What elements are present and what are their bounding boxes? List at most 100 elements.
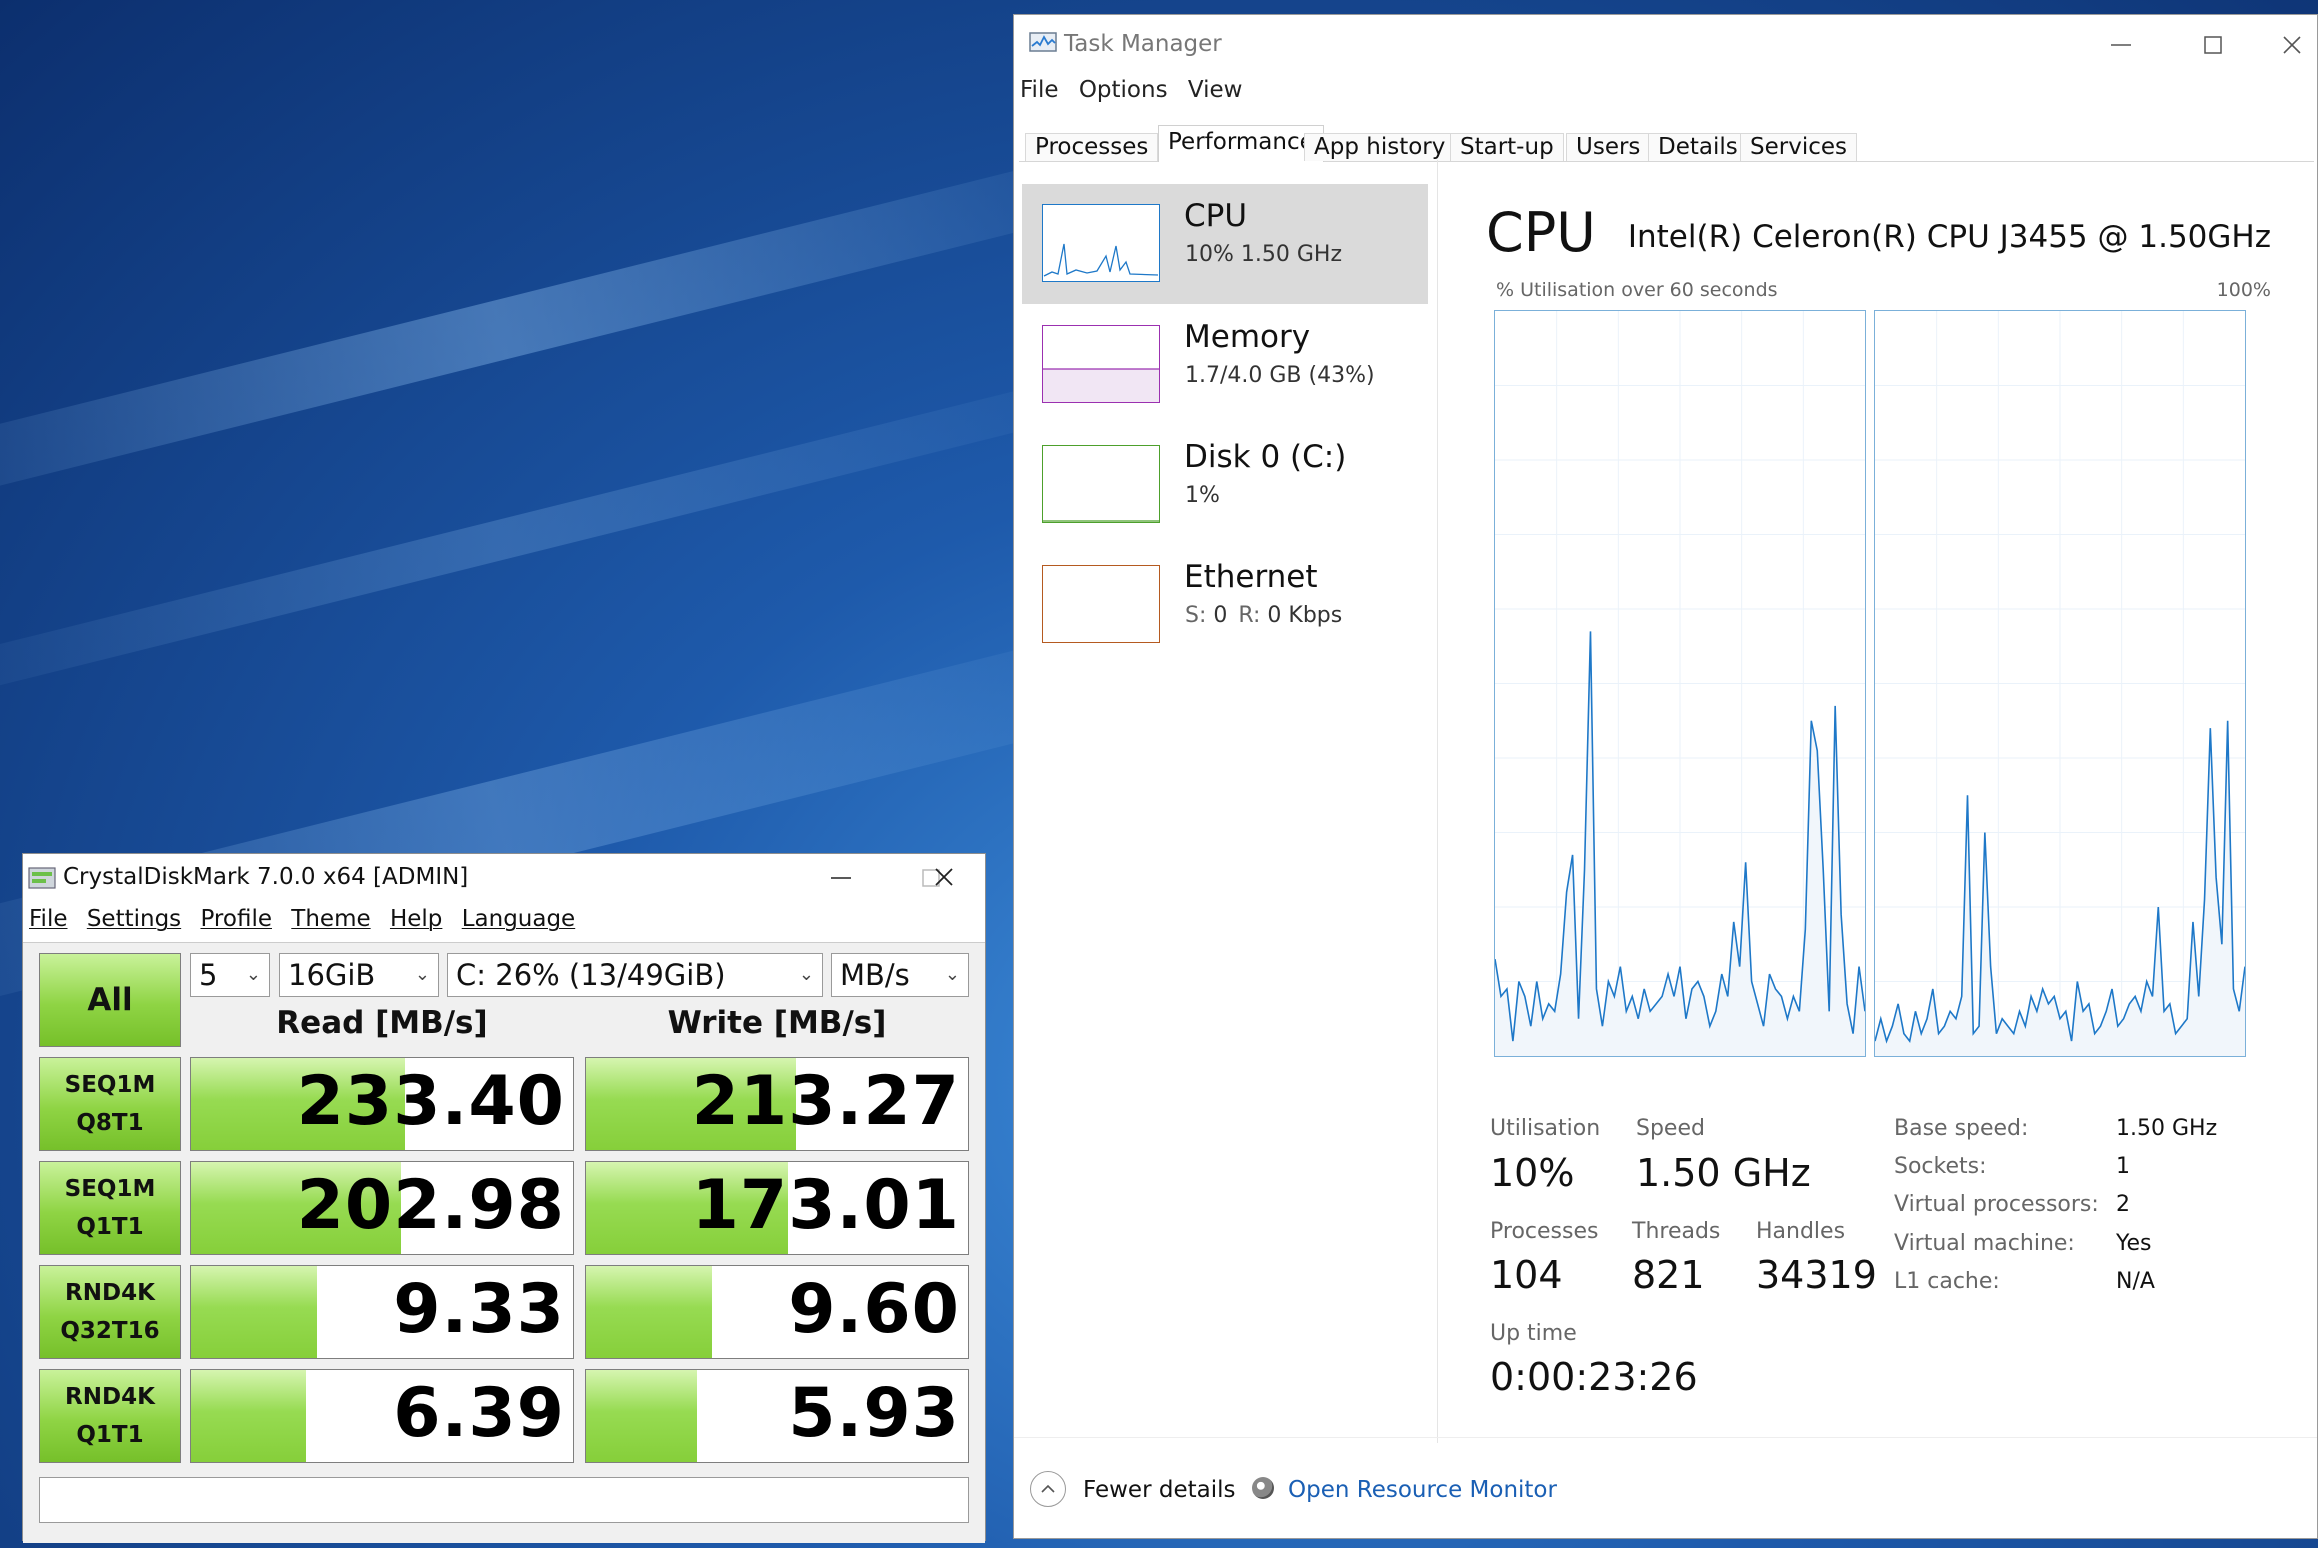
- tab-start-up[interactable]: Start-up: [1450, 133, 1564, 161]
- tab-processes[interactable]: Processes: [1025, 133, 1159, 161]
- menu-file[interactable]: File: [1020, 77, 1059, 103]
- seq1m-q8t1-button[interactable]: SEQ1M Q8T1: [39, 1057, 181, 1151]
- read-result-value: 9.33: [393, 1270, 565, 1349]
- rnd4k-q32t16-button[interactable]: RND4K Q32T16: [39, 1265, 181, 1359]
- chevron-down-icon: ⌄: [245, 964, 261, 985]
- resource-monitor-icon[interactable]: [1252, 1477, 1274, 1499]
- minimize-icon[interactable]: [823, 860, 859, 896]
- crystaldiskmark-window: CrystalDiskMark 7.0.0 x64 [ADMIN] File S…: [22, 853, 986, 1543]
- sidebar-item-value: 10% 1.50 GHz: [1185, 242, 1343, 267]
- read-column-header: Read [MB/s]: [276, 1005, 488, 1041]
- sidebar-item-disk[interactable]: Disk 0 (C:) 1%: [1022, 425, 1428, 545]
- utilisation-value: 10%: [1490, 1151, 1575, 1195]
- test-name-line1: SEQ1M: [64, 1072, 156, 1098]
- handles-label: Handles: [1756, 1219, 1846, 1244]
- menu-view[interactable]: View: [1188, 77, 1243, 103]
- seq1m-q1t1-button[interactable]: SEQ1M Q1T1: [39, 1161, 181, 1255]
- menu-theme[interactable]: Theme: [291, 906, 370, 932]
- write-result-cell: 5.93: [585, 1369, 969, 1463]
- spec-value-sockets: 1: [2116, 1154, 2130, 1179]
- test-name-line1: RND4K: [65, 1384, 155, 1410]
- menu-file[interactable]: File: [29, 906, 68, 932]
- comment-input[interactable]: [39, 1477, 969, 1523]
- minimize-icon[interactable]: [2103, 27, 2139, 63]
- test-count-select[interactable]: 5 ⌄: [190, 953, 270, 997]
- tab-services[interactable]: Services: [1740, 133, 1857, 161]
- tab-details[interactable]: Details: [1648, 133, 1748, 161]
- utilisation-graph-max: 100%: [2216, 279, 2271, 301]
- sidebar-item-label: Disk 0 (C:): [1184, 439, 1347, 475]
- close-icon[interactable]: [991, 860, 1041, 896]
- sidebar-item-value: 1%: [1185, 483, 1220, 508]
- close-icon[interactable]: [2267, 27, 2317, 63]
- spec-label-virtual-machine: Virtual machine:: [1894, 1231, 2075, 1256]
- open-resource-monitor-link[interactable]: Open Resource Monitor: [1288, 1477, 1557, 1503]
- sidebar-divider: [1437, 160, 1438, 1443]
- sidebar-item-label: Ethernet: [1184, 559, 1318, 595]
- sidebar-item-value: 1.7/4.0 GB (43%): [1185, 363, 1375, 388]
- test-name-line1: RND4K: [65, 1280, 155, 1306]
- write-result-value: 9.60: [788, 1270, 960, 1349]
- task-manager-tabs: Processes Performance App history Start-…: [1019, 115, 2314, 162]
- sidebar-item-label: Memory: [1184, 319, 1311, 355]
- write-result-value: 213.27: [691, 1062, 960, 1141]
- receive-value: 0 Kbps: [1267, 603, 1343, 628]
- task-manager-window: Task Manager File Options View Processes…: [1013, 14, 2318, 1539]
- close-icon[interactable]: [929, 862, 959, 892]
- uptime-value: 0:00:23:26: [1490, 1355, 1698, 1399]
- menu-profile[interactable]: Profile: [200, 906, 272, 932]
- receive-label: R:: [1238, 603, 1261, 628]
- test-count-value: 5: [199, 958, 218, 992]
- read-result-cell: 202.98: [190, 1161, 574, 1255]
- sidebar-item-label: CPU: [1184, 198, 1248, 234]
- read-result-cell: 9.33: [190, 1265, 574, 1359]
- window-title: Task Manager: [1064, 31, 1222, 57]
- write-result-cell: 213.27: [585, 1057, 969, 1151]
- send-label: S:: [1185, 603, 1207, 628]
- threads-value: 821: [1632, 1253, 1705, 1297]
- sidebar-item-ethernet[interactable]: Ethernet S: 0 R: 0 Kbps: [1022, 545, 1428, 665]
- send-value: 0: [1213, 603, 1228, 628]
- cpu-core-graph-0: [1494, 310, 1866, 1057]
- cpu-heading: CPU: [1486, 201, 1596, 264]
- tab-performance[interactable]: Performance: [1158, 125, 1324, 162]
- sidebar-item-cpu[interactable]: CPU 10% 1.50 GHz: [1022, 184, 1428, 304]
- maximize-icon[interactable]: [2195, 27, 2231, 63]
- chevron-down-icon: ⌄: [414, 964, 430, 985]
- read-result-value: 6.39: [393, 1374, 565, 1453]
- write-result-value: 5.93: [788, 1374, 960, 1453]
- fewer-details-button[interactable]: Fewer details: [1083, 1477, 1235, 1503]
- rnd4k-q1t1-button[interactable]: RND4K Q1T1: [39, 1369, 181, 1463]
- drive-value: C: 26% (13/49GiB): [456, 958, 726, 992]
- spec-label-sockets: Sockets:: [1894, 1154, 1987, 1179]
- test-size-select[interactable]: 16GiB ⌄: [279, 953, 439, 997]
- drive-select[interactable]: C: 26% (13/49GiB) ⌄: [447, 953, 823, 997]
- read-result-bar: [191, 1370, 306, 1462]
- task-manager-titlebar[interactable]: Task Manager: [1014, 15, 2317, 73]
- sidebar-item-value: S: 0 R: 0 Kbps: [1185, 603, 1342, 628]
- tab-app-history[interactable]: App history: [1304, 133, 1456, 161]
- run-all-button[interactable]: All: [39, 953, 181, 1047]
- write-result-bar: [586, 1266, 713, 1358]
- core-graph-svg: [1495, 311, 1865, 1056]
- spec-label-l1-cache: L1 cache:: [1894, 1269, 2000, 1294]
- chevron-up-icon[interactable]: [1030, 1471, 1066, 1507]
- menu-options[interactable]: Options: [1079, 77, 1168, 103]
- tab-users[interactable]: Users: [1566, 133, 1651, 161]
- write-column-header: Write [MB/s]: [667, 1005, 887, 1041]
- menu-help[interactable]: Help: [390, 906, 442, 932]
- wallpaper-light-beam: [0, 131, 1187, 529]
- spec-label-virtual-processors: Virtual processors:: [1894, 1192, 2099, 1217]
- crystaldiskmark-icon: [28, 867, 56, 889]
- unit-select[interactable]: MB/s ⌄: [831, 953, 969, 997]
- read-result-cell: 233.40: [190, 1057, 574, 1151]
- menu-settings[interactable]: Settings: [87, 906, 181, 932]
- menu-language[interactable]: Language: [462, 906, 576, 932]
- cpu-model-name: Intel(R) Celeron(R) CPU J3455 @ 1.50GHz: [1627, 219, 2271, 255]
- test-name-line1: SEQ1M: [64, 1176, 156, 1202]
- unit-value: MB/s: [840, 958, 910, 992]
- speed-value: 1.50 GHz: [1636, 1151, 1811, 1195]
- sidebar-item-memory[interactable]: Memory 1.7/4.0 GB (43%): [1022, 305, 1428, 425]
- spec-value-virtual-processors: 2: [2116, 1192, 2130, 1217]
- crystaldiskmark-body: All 5 ⌄ 16GiB ⌄ C: 26% (13/49GiB) ⌄ MB/s…: [23, 942, 985, 1543]
